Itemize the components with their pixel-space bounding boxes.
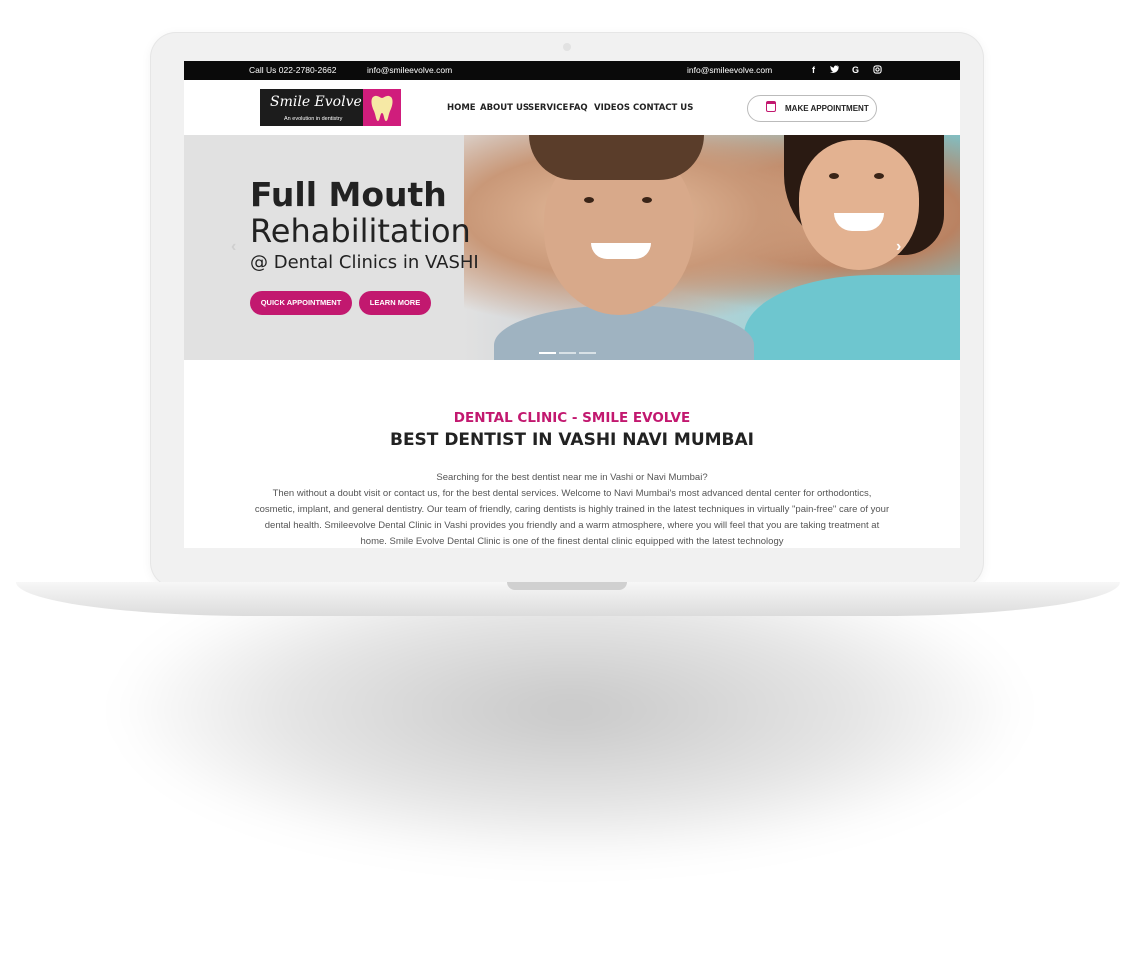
logo-tagline: An evolution in dentistry: [284, 116, 343, 122]
intro-line: Searching for the best dentist near me i…: [436, 472, 708, 483]
main-navbar: Smile Evolve An evolution in dentistry H…: [184, 80, 960, 136]
section-subtitle: DENTAL CLINIC - SMILE EVOLVE: [453, 410, 691, 426]
learn-more-button[interactable]: LEARN MORE: [359, 291, 431, 315]
site-logo[interactable]: Smile Evolve An evolution in dentistry: [260, 89, 401, 126]
hero-heading-line1: Full Mouth: [250, 175, 447, 214]
hero-photo-eye: [829, 173, 839, 179]
email-link[interactable]: info@smileevolve.com: [367, 65, 452, 75]
slider-dot-active[interactable]: [539, 352, 556, 354]
hero-photo-man-smile: [591, 243, 651, 259]
make-appointment-button[interactable]: MAKE APPOINTMENT: [747, 95, 877, 122]
hero-photo-eye: [874, 173, 884, 179]
slider-dot[interactable]: [579, 352, 596, 354]
twitter-icon[interactable]: [830, 65, 839, 75]
nav-about-us[interactable]: ABOUT US: [480, 103, 529, 113]
nav-service[interactable]: SERVICE: [528, 103, 568, 113]
hero-slider: Full Mouth Rehabilitation @ Dental Clini…: [184, 135, 960, 360]
intro-body: Then without a doubt visit or contact us…: [254, 488, 890, 547]
top-bar: Call Us 022-2780-2662 info@smileevolve.c…: [184, 61, 960, 80]
quick-appointment-button[interactable]: QUICK APPOINTMENT: [250, 291, 352, 315]
section-title: BEST DENTIST IN VASHI NAVI MUMBAI: [389, 430, 754, 450]
hero-photo-eye: [642, 197, 652, 203]
slider-dot[interactable]: [559, 352, 576, 354]
hero-photo-man-hair: [529, 135, 704, 180]
email-link-right[interactable]: info@smileevolve.com: [687, 65, 772, 75]
facebook-icon[interactable]: f: [812, 65, 815, 75]
hero-heading-line3: @ Dental Clinics in VASHI: [250, 252, 479, 273]
google-icon[interactable]: G: [852, 65, 859, 75]
laptop-notch: [507, 582, 627, 590]
nav-contact-us[interactable]: CONTACT US: [633, 103, 693, 113]
logo-name: Smile Evolve: [270, 94, 362, 110]
nav-videos[interactable]: VIDEOS: [594, 103, 630, 113]
intro-section: DENTAL CLINIC - SMILE EVOLVE BEST DENTIS…: [184, 360, 960, 548]
instagram-icon[interactable]: [873, 65, 882, 76]
hero-photo-eye: [584, 197, 594, 203]
hero-heading-line2: Rehabilitation: [250, 212, 471, 250]
nav-faq[interactable]: FAQ: [569, 103, 588, 113]
slider-prev-icon[interactable]: ‹: [231, 238, 236, 256]
tooth-logo-icon: [363, 89, 401, 126]
laptop-camera: [563, 43, 571, 51]
nav-home[interactable]: HOME: [447, 103, 476, 113]
phone-link[interactable]: Call Us 022-2780-2662: [249, 65, 336, 75]
slider-next-icon[interactable]: ›: [896, 238, 901, 256]
make-appointment-label: MAKE APPOINTMENT: [785, 104, 869, 113]
calendar-icon: [766, 101, 776, 112]
section-paragraph: Searching for the best dentist near me i…: [254, 470, 890, 548]
laptop-screen: Call Us 022-2780-2662 info@smileevolve.c…: [184, 61, 960, 548]
